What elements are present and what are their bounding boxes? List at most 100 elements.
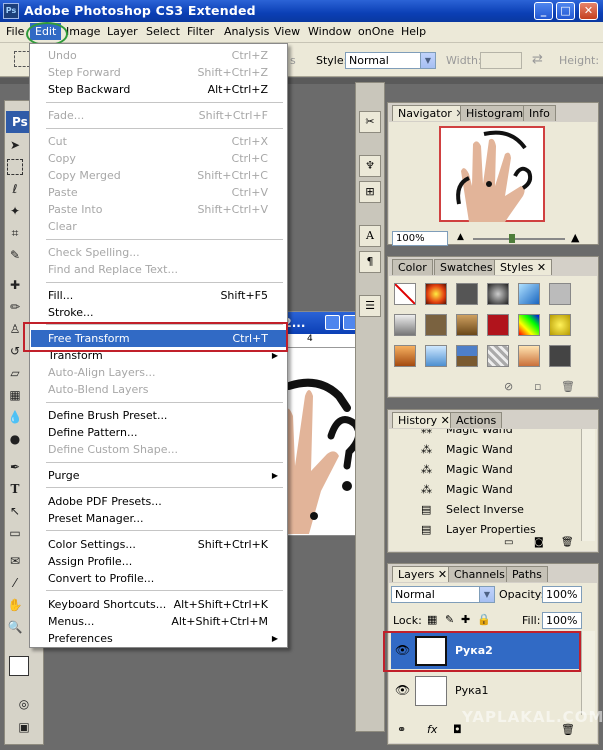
link-layers-icon[interactable]: ⚭ [397, 723, 406, 736]
lock-all-icon[interactable]: 🔒 [477, 613, 491, 626]
tab-info[interactable]: Info [523, 105, 556, 121]
style-swatch[interactable] [394, 314, 416, 336]
menu-item-copy[interactable]: Copy Ctrl+C [31, 150, 286, 167]
lock-transparency-icon[interactable]: ▦ [427, 613, 437, 626]
lasso-tool-icon[interactable]: ℓ [7, 181, 23, 197]
zoom-tool-icon[interactable]: 🔍 [7, 619, 23, 635]
menu-item-convert-profile[interactable]: Convert to Profile... [31, 570, 286, 587]
layer-comps-icon[interactable]: ☰ [359, 295, 381, 317]
trash-icon[interactable]: 🗑 [561, 537, 574, 548]
brushes-icon[interactable]: ♆ [359, 155, 381, 177]
layers-scrollbar[interactable] [581, 631, 595, 715]
style-swatch[interactable] [549, 314, 571, 336]
menu-item-cut[interactable]: Cut Ctrl+X [31, 133, 286, 150]
navigator-thumbnail[interactable] [439, 126, 545, 222]
style-swatch[interactable] [518, 345, 540, 367]
style-swatch[interactable] [487, 314, 509, 336]
menu-item-step-forward[interactable]: Step Forward Shift+Ctrl+Z [31, 64, 286, 81]
gradient-tool-icon[interactable]: ▦ [7, 387, 23, 403]
menu-item-step-backward[interactable]: Step Backward Alt+Ctrl+Z [31, 81, 286, 98]
fill-input[interactable]: 100% [542, 612, 582, 629]
tab-close-icon[interactable]: ✕ [537, 261, 546, 274]
style-swatch[interactable] [425, 314, 447, 336]
zoom-input[interactable]: 100% [392, 231, 448, 246]
tab-navigator[interactable]: Navigator ✕ [392, 105, 471, 121]
hand-tool-icon[interactable]: ✋ [7, 597, 23, 613]
history-item[interactable]: ⁂ Magic Wand [391, 440, 587, 460]
menu-help[interactable]: Help [401, 25, 426, 38]
menu-item-preferences[interactable]: Preferences ▶ [31, 630, 286, 647]
menu-item-define-shape[interactable]: Define Custom Shape... [31, 441, 286, 458]
tab-paths[interactable]: Paths [506, 566, 548, 582]
history-item[interactable]: ⁂ Magic Wand [391, 480, 587, 500]
blur-tool-icon[interactable]: 💧 [7, 409, 23, 425]
menu-onone[interactable]: onOne [358, 25, 394, 38]
lock-pixels-icon[interactable]: ✎ [445, 613, 454, 626]
style-swatch[interactable] [518, 283, 540, 305]
delete-style-icon[interactable]: ⊘ [504, 380, 513, 393]
minimize-button[interactable]: _ [534, 2, 553, 20]
history-item[interactable]: ⁂ Magic Wand [391, 429, 587, 440]
menu-item-undo[interactable]: Undo Ctrl+Z [31, 47, 286, 64]
notes-tool-icon[interactable]: ✉ [7, 553, 23, 569]
menu-item-find-replace[interactable]: Find and Replace Text... [31, 261, 286, 278]
style-swatch[interactable] [456, 345, 478, 367]
menu-select[interactable]: Select [146, 25, 180, 38]
width-input[interactable] [480, 52, 522, 69]
dodge-tool-icon[interactable]: ● [7, 431, 23, 447]
foreground-color-swatch[interactable] [9, 656, 29, 676]
zoom-out-icon[interactable]: ▲ [457, 232, 464, 242]
tab-channels[interactable]: Channels [448, 566, 511, 582]
eyedropper-tool-icon[interactable]: ✎ [7, 247, 23, 263]
snapshot-icon[interactable]: ◙ [534, 537, 544, 548]
tab-close-icon[interactable]: ✕ [438, 568, 447, 581]
menu-view[interactable]: View [274, 25, 300, 38]
marquee-icon[interactable] [14, 51, 30, 67]
style-swatch[interactable] [425, 283, 447, 305]
swap-icon[interactable]: ⇄ [532, 52, 543, 67]
screen-mode-icon[interactable]: ▣ [16, 719, 32, 735]
new-style-icon[interactable]: ▫ [534, 380, 541, 393]
history-item[interactable]: ▤ Layer Properties [391, 520, 587, 540]
menu-item-keyboard-shortcuts[interactable]: Keyboard Shortcuts... Alt+Shift+Ctrl+K [31, 596, 286, 613]
menu-layer[interactable]: Layer [107, 25, 138, 38]
crop-tool-icon[interactable]: ⌗ [7, 225, 23, 241]
menu-item-fill[interactable]: Fill... Shift+F5 [31, 287, 286, 304]
menu-item-paste[interactable]: Paste Ctrl+V [31, 184, 286, 201]
menu-item-purge[interactable]: Purge ▶ [31, 467, 286, 484]
lock-position-icon[interactable]: ✚ [461, 613, 470, 626]
close-button[interactable]: ✕ [579, 2, 598, 20]
style-swatch[interactable] [425, 345, 447, 367]
menu-analysis[interactable]: Analysis [224, 25, 269, 38]
menu-item-define-pattern[interactable]: Define Pattern... [31, 424, 286, 441]
menu-item-define-brush[interactable]: Define Brush Preset... [31, 407, 286, 424]
tab-layers[interactable]: Layers ✕ [392, 566, 454, 582]
brush-tool-icon[interactable]: ✏ [7, 299, 23, 315]
magic-wand-tool-icon[interactable]: ✦ [7, 203, 23, 219]
opacity-input[interactable]: 100% [542, 586, 582, 603]
style-swatch[interactable] [394, 345, 416, 367]
clone-source-icon[interactable]: ⊞ [359, 181, 381, 203]
style-select[interactable]: Normal ▼ [345, 52, 436, 69]
history-item[interactable]: ⁂ Magic Wand [391, 460, 587, 480]
menu-item-stroke[interactable]: Stroke... [31, 304, 286, 321]
menu-item-auto-align[interactable]: Auto-Align Layers... [31, 364, 286, 381]
character-icon[interactable]: A [359, 225, 381, 247]
zoom-slider-track[interactable] [473, 238, 565, 240]
menu-item-paste-into[interactable]: Paste Into Shift+Ctrl+V [31, 201, 286, 218]
menu-item-check-spelling[interactable]: Check Spelling... [31, 244, 286, 261]
pen-tool-icon[interactable]: ✒ [7, 459, 23, 475]
tab-history[interactable]: History ✕ [392, 412, 456, 428]
eraser-tool-icon[interactable]: ▱ [7, 365, 23, 381]
marquee-tool-icon[interactable] [7, 159, 23, 175]
menu-item-auto-blend[interactable]: Auto-Blend Layers [31, 381, 286, 398]
tab-actions[interactable]: Actions [450, 412, 503, 428]
trash-icon[interactable]: 🗑 [561, 380, 575, 393]
stamp-tool-icon[interactable]: ♙ [7, 321, 23, 337]
path-select-icon[interactable]: ↖ [7, 503, 23, 519]
menu-item-color-settings[interactable]: Color Settings... Shift+Ctrl+K [31, 536, 286, 553]
style-swatch[interactable] [456, 283, 478, 305]
zoom-slider-thumb[interactable] [509, 234, 515, 243]
menu-item-menus[interactable]: Menus... Alt+Shift+Ctrl+M [31, 613, 286, 630]
maximize-button[interactable]: □ [556, 2, 575, 20]
